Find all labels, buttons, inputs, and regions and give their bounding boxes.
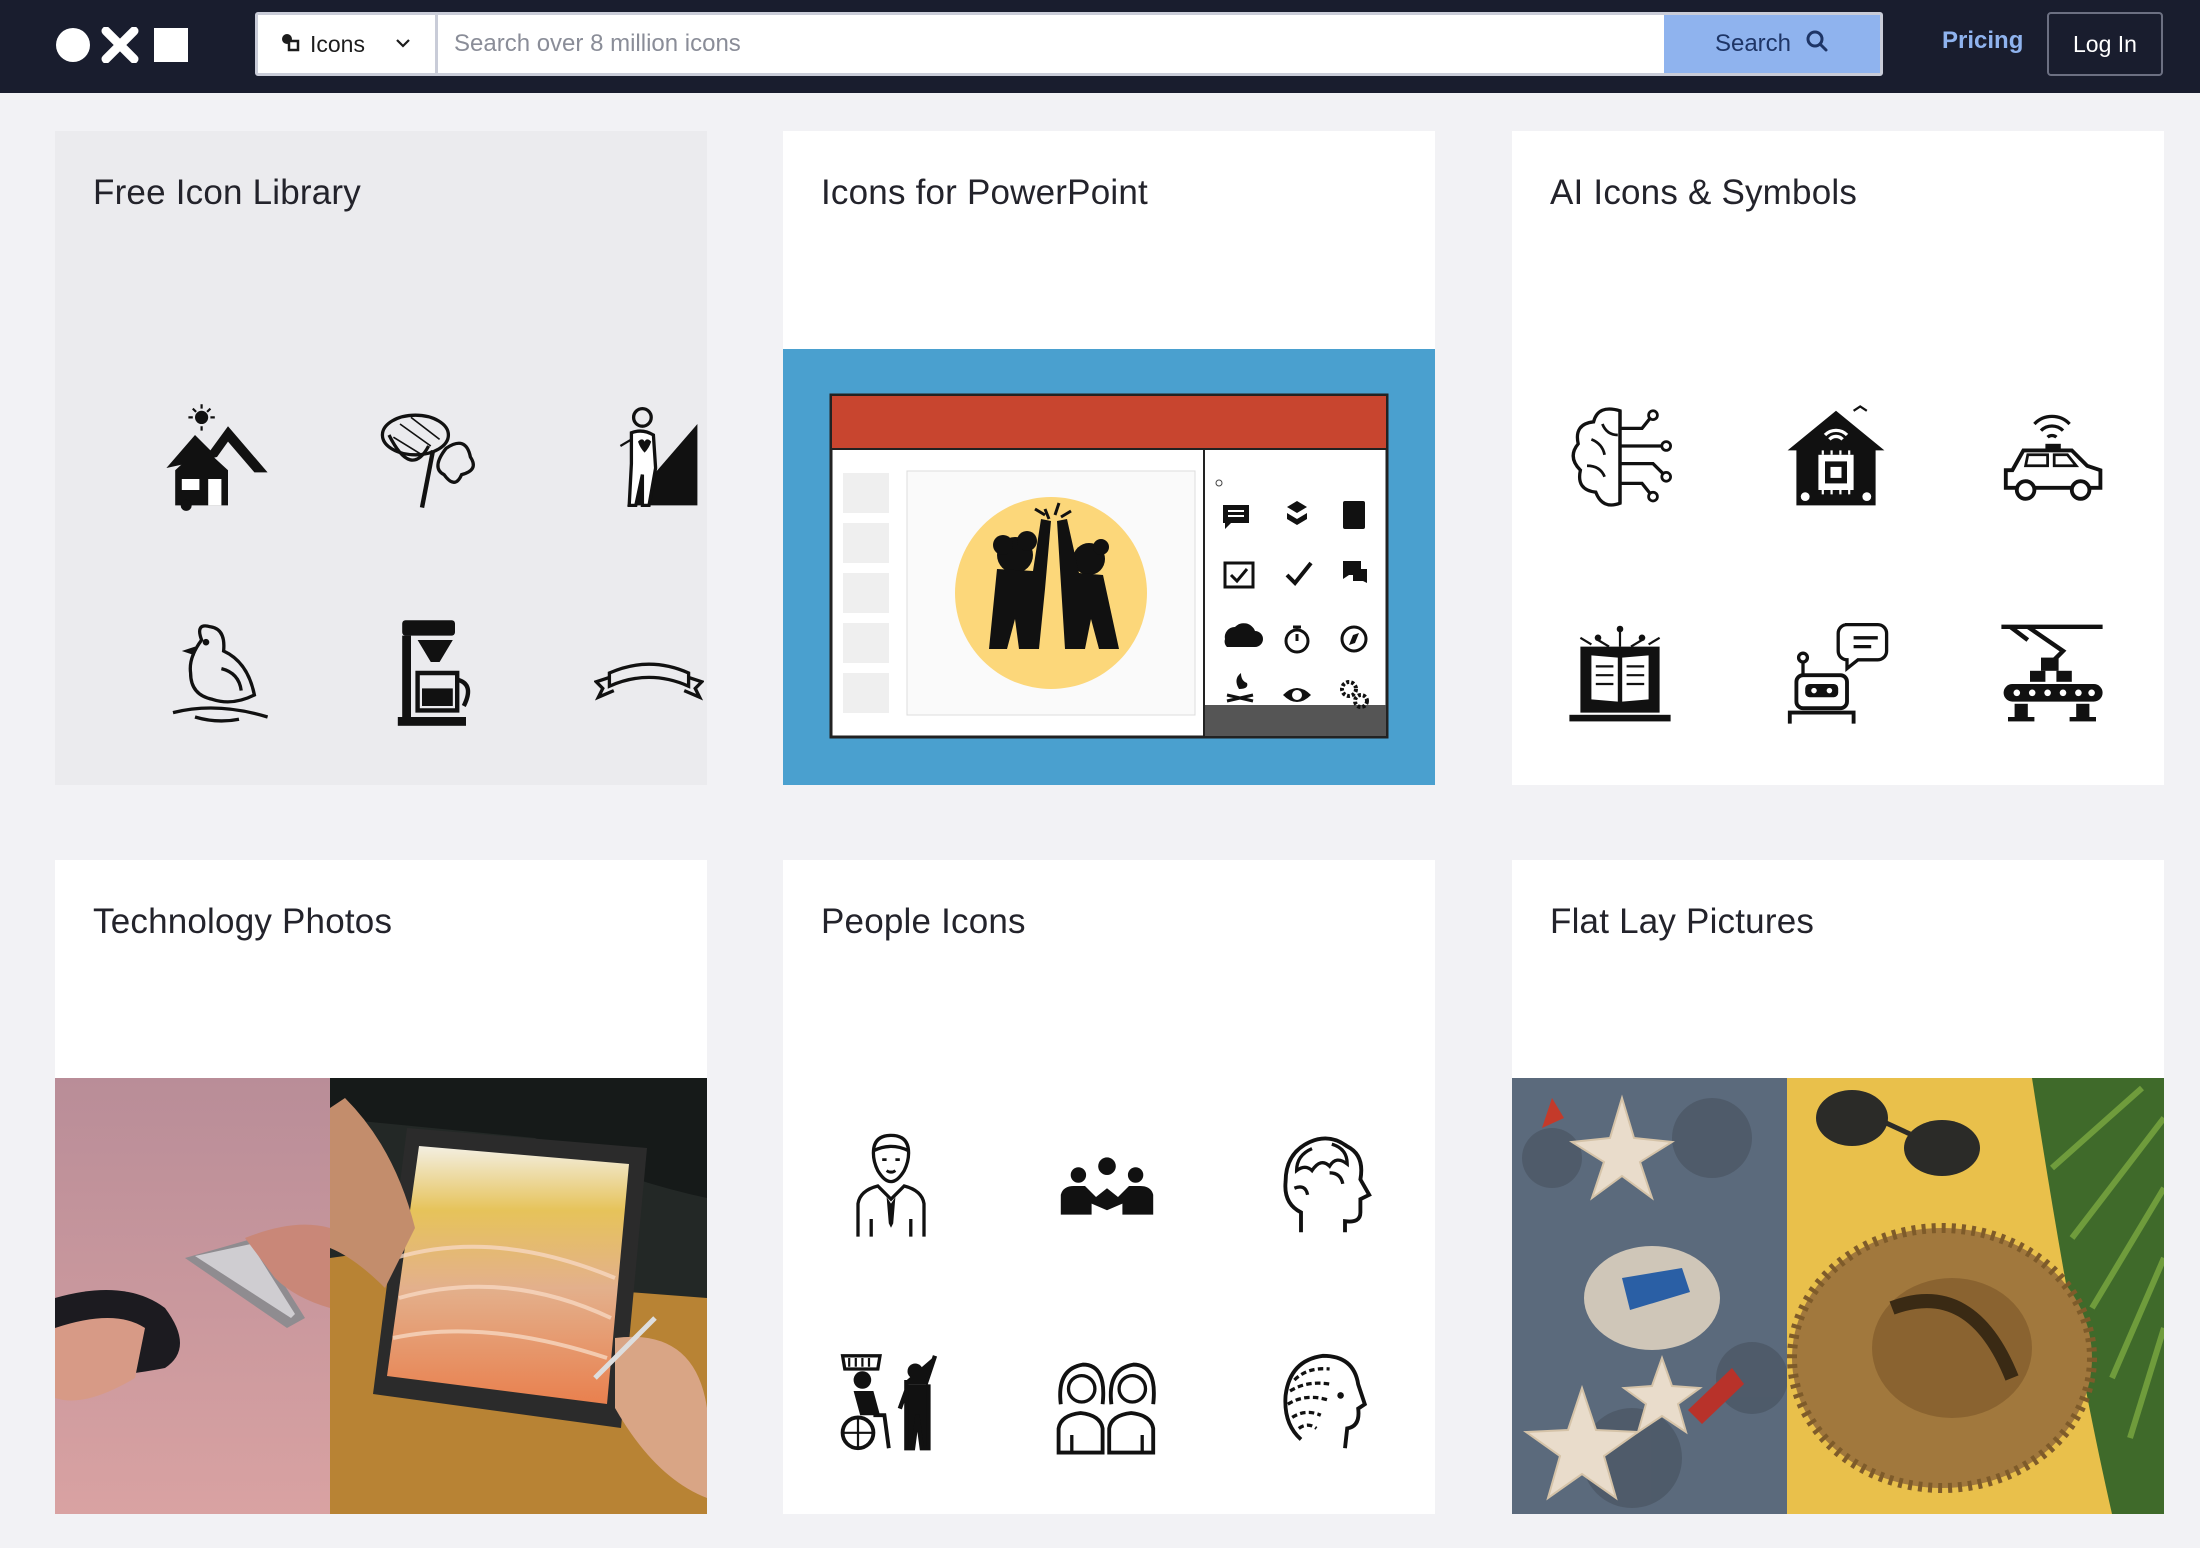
site-logo[interactable] [55, 26, 191, 64]
search-icon [1791, 29, 1829, 60]
card-ai-icons-symbols[interactable]: AI Icons & Symbols [1512, 131, 2164, 785]
chevron-down-icon [395, 35, 411, 53]
hiker-mountain-icon [589, 397, 707, 517]
braided-hair-head-icon [1263, 1342, 1383, 1462]
search-input[interactable] [438, 15, 1664, 73]
flat-lay-photo-collage [1512, 1078, 2164, 1514]
card-people-icons[interactable]: People Icons [783, 860, 1435, 1514]
house-mountain-icon [157, 397, 277, 517]
ai-brain-icon [1560, 397, 1680, 517]
butterfly-net-icon [373, 397, 493, 517]
bird-branch-icon [157, 613, 277, 733]
robotic-conveyor-icon [1992, 613, 2112, 733]
card-free-icon-library[interactable]: Free Icon Library [55, 131, 707, 785]
chatbot-robot-icon [1776, 613, 1896, 733]
ribbon-banner-icon [589, 613, 707, 733]
search-bar: Icons Search [255, 12, 1883, 76]
technology-photo-collage [55, 1078, 707, 1514]
card-title: Icons for PowerPoint [821, 173, 1148, 212]
team-group-icon [1047, 1126, 1167, 1246]
coffee-maker-icon [373, 613, 493, 733]
ai-book-laptop-icon [1560, 613, 1680, 733]
two-women-icon [1047, 1342, 1167, 1462]
search-button[interactable]: Search [1664, 15, 1880, 73]
top-navigation-bar: Icons Search Pricing Log In [0, 0, 2200, 93]
powerpoint-preview [783, 349, 1435, 785]
icons-type-icon [280, 32, 300, 57]
search-button-label: Search [1714, 30, 1792, 57]
login-button[interactable]: Log In [2047, 12, 2163, 76]
card-icons-for-powerpoint[interactable]: Icons for PowerPoint [783, 131, 1435, 785]
head-profile-icon [1263, 1126, 1383, 1246]
businessman-icon [831, 1126, 951, 1246]
asset-type-label: Icons [310, 30, 365, 57]
self-driving-car-icon [1992, 397, 2112, 517]
card-technology-photos[interactable]: Technology Photos [55, 860, 707, 1514]
card-title: Flat Lay Pictures [1550, 902, 1815, 941]
asset-type-dropdown[interactable]: Icons [258, 15, 438, 73]
card-title: Technology Photos [93, 902, 393, 941]
pricing-link[interactable]: Pricing [1942, 27, 2023, 55]
smart-home-chip-icon [1776, 397, 1896, 517]
wheelchair-support-icon [831, 1342, 951, 1462]
card-flat-lay-pictures[interactable]: Flat Lay Pictures [1512, 860, 2164, 1514]
